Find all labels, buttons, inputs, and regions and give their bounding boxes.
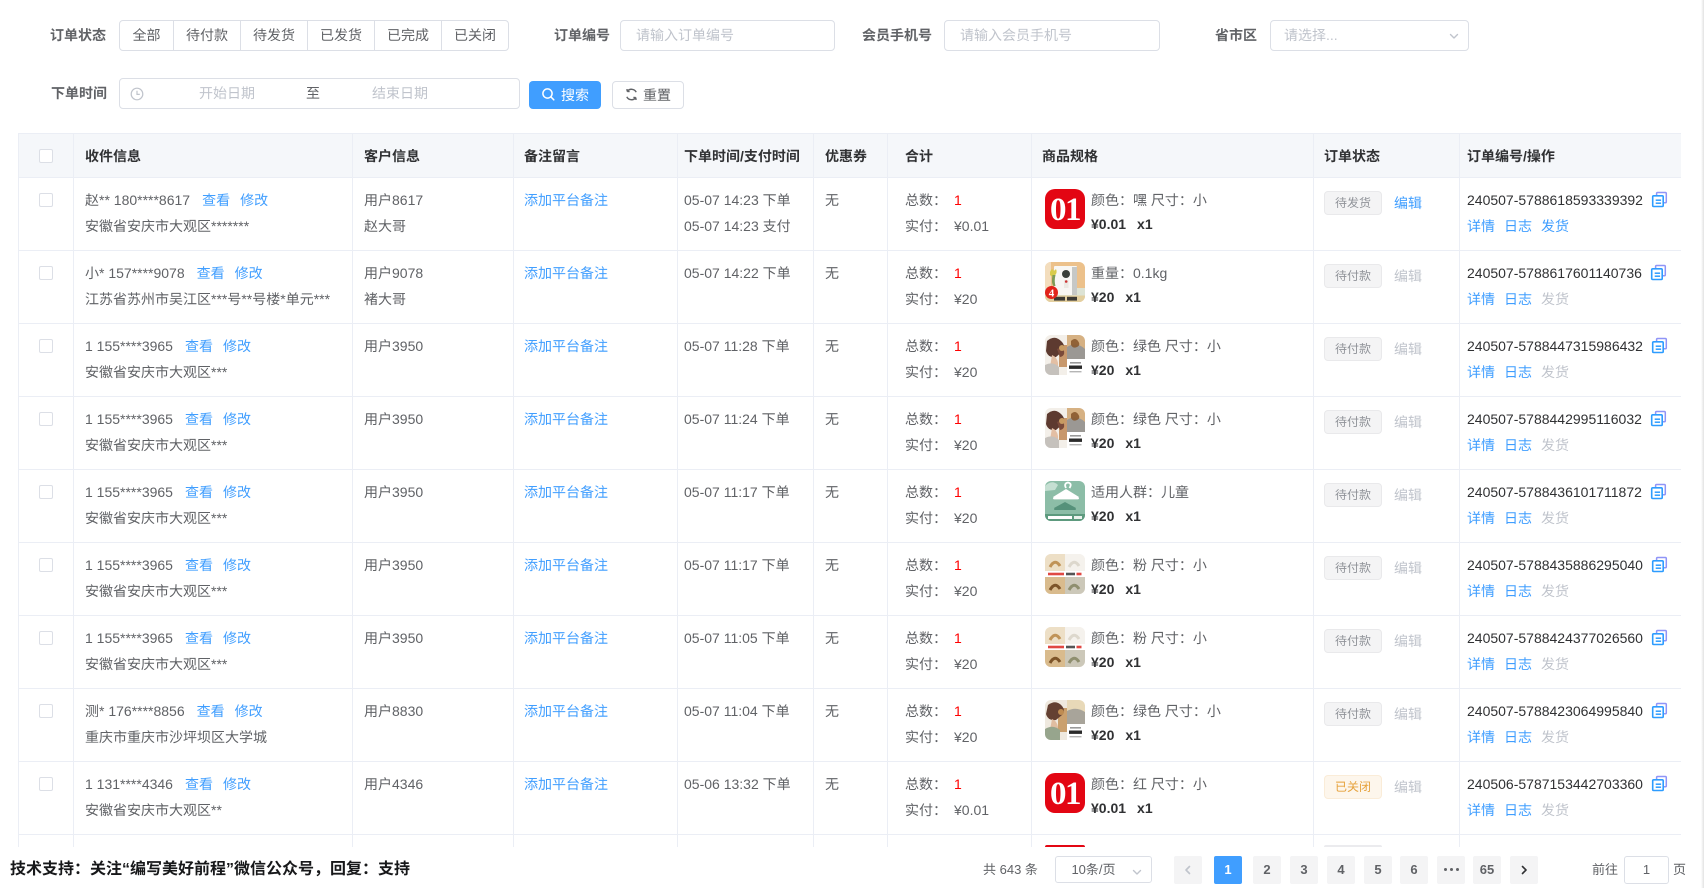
svg-text:01: 01 <box>1050 192 1080 228</box>
svg-text:01: 01 <box>1050 776 1080 812</box>
svg-text:4: 4 <box>1049 288 1055 300</box>
